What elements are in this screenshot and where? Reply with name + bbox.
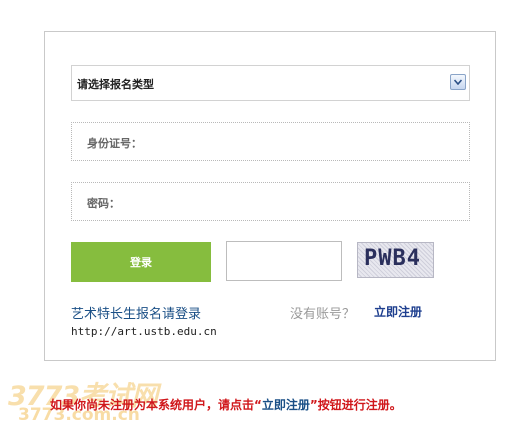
login-button[interactable]: 登录: [71, 242, 211, 282]
no-account-text: 没有账号？: [290, 307, 356, 322]
category-select-value: 请选择报名类型: [77, 78, 154, 91]
id-number-label: 身份证号：: [87, 137, 142, 150]
captcha-text: PWB4: [364, 246, 421, 271]
captcha-field[interactable]: [226, 241, 345, 282]
category-select[interactable]: 请选择报名类型: [71, 65, 470, 101]
register-link[interactable]: 立即注册: [374, 303, 422, 320]
notice-register-link[interactable]: 立即注册: [262, 398, 310, 412]
captcha-input[interactable]: [227, 242, 345, 282]
captcha-image[interactable]: PWB4: [357, 242, 434, 278]
notice-suffix: ”按钮进行注册。: [309, 398, 402, 412]
id-number-field[interactable]: 身份证号：: [71, 122, 470, 161]
password-label: 密码：: [87, 197, 120, 210]
password-field[interactable]: 密码：: [71, 182, 470, 221]
art-login-text: 艺术特长生报名请登录: [71, 307, 202, 322]
id-number-input[interactable]: [152, 129, 456, 155]
register-notice: 如果你尚未注册为本系统用户，请点击“立即注册”按钮进行注册。: [50, 396, 402, 413]
password-input[interactable]: [152, 189, 456, 215]
notice-prefix: 如果你尚未注册为本系统用户，请点击“: [50, 398, 262, 412]
site-url: http://art.ustb.edu.cn: [71, 325, 217, 338]
chevron-down-icon[interactable]: [450, 74, 466, 90]
